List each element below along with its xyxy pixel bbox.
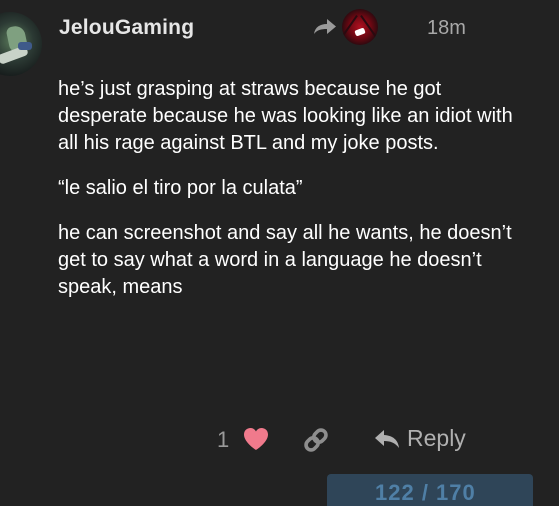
reply-arrow-icon [373, 427, 401, 451]
timeline-progress-text: 122 / 170 [375, 480, 476, 505]
heart-icon[interactable] [242, 426, 270, 457]
post-body: he’s just grasping at straws because he … [58, 76, 518, 319]
post-timestamp[interactable]: 18m [427, 17, 466, 40]
reply-to-indicator[interactable] [312, 9, 378, 45]
share-arrow-icon [312, 16, 338, 38]
post-username[interactable]: JelouGaming [59, 16, 194, 40]
replied-user-avatar[interactable] [342, 9, 378, 45]
reply-button[interactable]: Reply [373, 425, 466, 452]
like-count[interactable]: 1 [217, 427, 229, 453]
reply-label: Reply [407, 425, 466, 451]
link-icon[interactable] [301, 425, 331, 460]
post-paragraph: “le salio el tiro por la culata” [58, 177, 303, 199]
timeline-progress[interactable]: 122 / 170 [327, 474, 533, 506]
user-avatar[interactable] [0, 12, 42, 76]
post-actions: 1 Reply [0, 422, 559, 458]
post-paragraph: he’s just grasping at straws because he … [58, 78, 513, 154]
post-paragraph: he can screenshot and say all he wants, … [58, 222, 512, 298]
